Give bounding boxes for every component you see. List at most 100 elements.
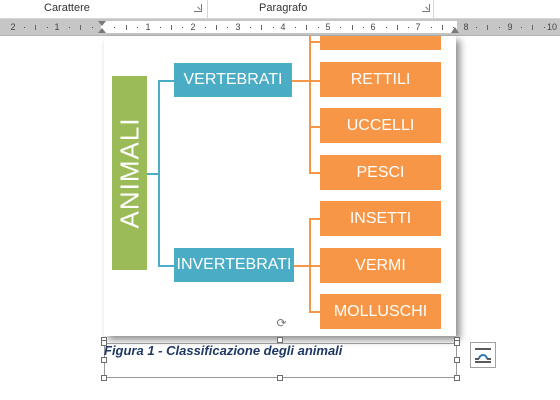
ruler-tick xyxy=(80,25,81,30)
diagram-branch-node: INVERTEBRATI xyxy=(174,248,294,282)
ruler-dot xyxy=(521,27,522,28)
ruler-number: 1 xyxy=(145,22,151,32)
ruler-dot xyxy=(476,27,477,28)
ruler-dot xyxy=(273,27,274,28)
layout-options-button[interactable] xyxy=(470,342,496,368)
diagram-leaf-label: INSETTI xyxy=(349,210,412,227)
ruler-dot xyxy=(544,27,545,28)
ribbon-group-carattere: Carattere xyxy=(0,0,206,18)
diagram-branch-node: VERTEBRATI xyxy=(174,63,292,97)
diagram-root-node: ANIMALI xyxy=(112,76,147,270)
ruler-number: 7 xyxy=(415,22,421,32)
rotate-handle-icon[interactable]: ⟳ xyxy=(276,317,287,329)
resize-handle[interactable] xyxy=(101,340,107,346)
diagram-leaf-node: INSETTI xyxy=(320,201,441,236)
ruler-text-area xyxy=(101,21,457,33)
resize-handle[interactable] xyxy=(101,375,107,381)
diagram-leaf-label: RETTILI xyxy=(350,71,411,88)
connector-line xyxy=(309,265,320,267)
connector-line xyxy=(309,172,320,174)
ruler-tick xyxy=(352,25,353,30)
ruler-tick xyxy=(35,25,36,30)
ruler-tick xyxy=(532,25,533,30)
ribbon-group-paragrafo: Paragrafo xyxy=(207,0,434,18)
horizontal-ruler[interactable]: 2 1 1 2 3 4 5 6 7 8 9 10 xyxy=(0,19,560,36)
diagram-leaf-node: MOLLUSCHI xyxy=(320,294,441,329)
diagram-leaf-label: VERMI xyxy=(355,257,406,274)
ruler-dot xyxy=(318,27,319,28)
connector-line xyxy=(309,80,320,82)
diagram-leaf-node: PESCI xyxy=(320,155,441,190)
ruler-number: 6 xyxy=(370,22,376,32)
resize-handle[interactable] xyxy=(277,375,283,381)
layout-options-icon xyxy=(475,348,491,363)
ribbon-group-label: Paragrafo xyxy=(259,2,308,14)
ruler-tick xyxy=(216,25,217,30)
connector-line xyxy=(309,311,320,313)
right-indent-marker[interactable] xyxy=(451,27,459,33)
diagram-branch-label: VERTEBRATI xyxy=(183,71,283,88)
connector-line xyxy=(158,80,174,82)
ruler-number: 5 xyxy=(325,22,331,32)
connector-line xyxy=(309,36,311,174)
ruler-number: 4 xyxy=(280,22,286,32)
ruler-tick xyxy=(306,25,307,30)
ruler-tick xyxy=(397,25,398,30)
ruler-number: 9 xyxy=(507,22,513,32)
connector-line xyxy=(158,265,174,267)
left-indent-marker[interactable] xyxy=(98,28,106,33)
connector-line xyxy=(309,41,320,43)
ruler-dot xyxy=(182,27,183,28)
ruler-number: 3 xyxy=(235,22,241,32)
ruler-tick xyxy=(261,25,262,30)
ruler-dot xyxy=(250,27,251,28)
ribbon-group-bar: Carattere Paragrafo xyxy=(0,0,560,19)
connector-line xyxy=(294,265,310,267)
smartart-picture[interactable]: ANIMALI VERTEBRATI INVERTEBRATI RETTILI … xyxy=(104,36,456,336)
ruler-dot xyxy=(24,27,25,28)
ruler-number: 2 xyxy=(10,22,16,32)
ruler-tick xyxy=(126,25,127,30)
diagram-leaf-label: UCCELLI xyxy=(346,117,415,134)
ruler-tick xyxy=(442,25,443,30)
ruler-dot xyxy=(340,27,341,28)
diagram-leaf-label: PESCI xyxy=(356,164,405,181)
ruler-dot xyxy=(227,27,228,28)
ruler-tick xyxy=(171,25,172,30)
ruler-dot xyxy=(47,27,48,28)
ruler-dot xyxy=(114,27,115,28)
ruler-dot xyxy=(69,27,70,28)
ruler-dot xyxy=(431,27,432,28)
ruler-dot xyxy=(408,27,409,28)
resize-handle[interactable] xyxy=(454,340,460,346)
ruler-dot xyxy=(160,27,161,28)
connector-line xyxy=(309,218,320,220)
dialog-launcher-icon[interactable] xyxy=(422,4,430,12)
ruler-number: 2 xyxy=(190,22,196,32)
resize-handle[interactable] xyxy=(454,375,460,381)
diagram-leaf-label: MOLLUSCHI xyxy=(333,303,428,320)
first-line-indent-marker[interactable] xyxy=(98,21,106,26)
dialog-launcher-icon[interactable] xyxy=(194,4,202,12)
diagram-leaf-node-partial xyxy=(320,36,441,50)
figure-caption[interactable]: Figura 1 - Classificazione degli animali xyxy=(104,343,342,358)
diagram-leaf-node: UCCELLI xyxy=(320,108,441,143)
ruler-dot xyxy=(499,27,500,28)
connector-line xyxy=(309,126,320,128)
ruler-number: 10 xyxy=(546,22,558,32)
diagram-leaf-node: RETTILI xyxy=(320,62,441,97)
diagram-root-label: ANIMALI xyxy=(114,117,144,229)
resize-handle[interactable] xyxy=(454,357,460,363)
ribbon-group-label: Carattere xyxy=(44,2,90,14)
ruler-dot xyxy=(363,27,364,28)
ruler-dot xyxy=(137,27,138,28)
ruler-dot xyxy=(205,27,206,28)
ruler-dot xyxy=(295,27,296,28)
resize-handle[interactable] xyxy=(101,357,107,363)
connector-line xyxy=(292,80,310,82)
ruler-number: 8 xyxy=(463,22,469,32)
ruler-dot xyxy=(386,27,387,28)
diagram-branch-label: INVERTEBRATI xyxy=(176,256,292,273)
connector-line xyxy=(158,80,160,266)
ruler-tick xyxy=(487,25,488,30)
